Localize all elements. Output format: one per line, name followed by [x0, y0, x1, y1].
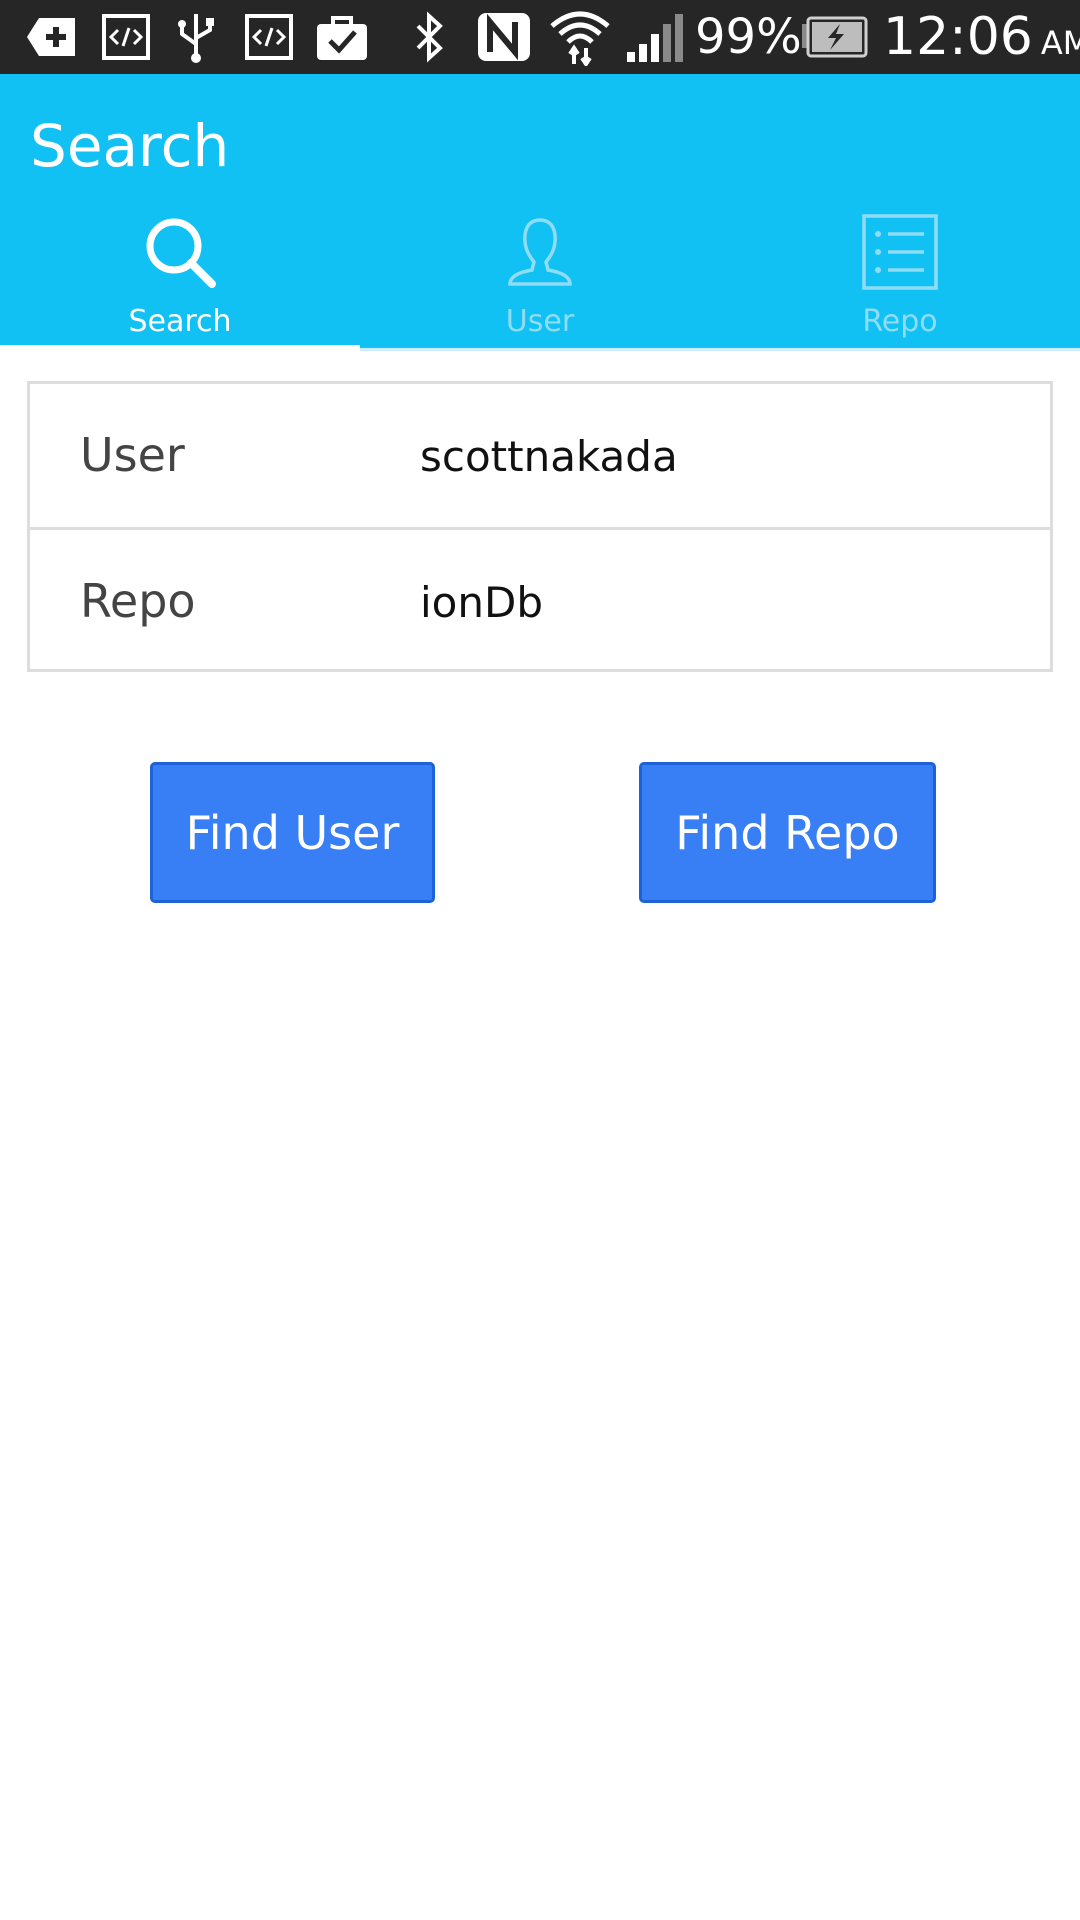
usb-icon — [178, 14, 214, 63]
repo-label: Repo — [80, 574, 196, 628]
tab-active-indicator — [0, 345, 360, 351]
tab-bar: Search User Repo — [0, 204, 1080, 351]
tab-repo-label: Repo — [862, 304, 938, 339]
tab-repo[interactable]: Repo — [720, 204, 1080, 351]
find-repo-button[interactable]: Find Repo — [639, 762, 936, 903]
briefcase-check-icon — [317, 16, 367, 60]
code-icon — [102, 14, 150, 60]
add-icon — [27, 18, 75, 56]
code-icon — [245, 14, 293, 60]
nfc-icon — [478, 13, 530, 61]
app-header: Search Search User Repo — [0, 74, 1080, 351]
user-icon — [508, 218, 572, 286]
find-user-button[interactable]: Find User — [150, 762, 435, 903]
tab-search[interactable]: Search — [0, 204, 360, 351]
tab-divider — [360, 348, 1080, 351]
tab-search-label: Search — [128, 304, 232, 339]
user-input[interactable] — [420, 414, 1020, 498]
status-bar: 99% 12:06 AM — [0, 0, 1080, 74]
clock-time: 12:06 — [883, 7, 1033, 67]
clock-am-pm: AM — [1040, 24, 1080, 62]
search-form: User Repo — [27, 381, 1053, 672]
repo-row: Repo — [30, 527, 1050, 670]
list-icon — [862, 214, 938, 290]
clock: 12:06 AM — [883, 6, 1080, 68]
page-title: Search — [30, 112, 230, 180]
wifi-icon — [550, 11, 610, 66]
bluetooth-icon — [416, 11, 443, 63]
repo-input[interactable] — [420, 560, 1020, 644]
tab-user-label: User — [505, 304, 575, 339]
tab-user[interactable]: User — [360, 204, 720, 351]
battery-charging-icon — [802, 16, 868, 58]
user-label: User — [80, 428, 185, 482]
battery-percent: 99% — [695, 9, 802, 65]
search-icon — [146, 218, 216, 288]
signal-icon — [627, 14, 683, 62]
user-row: User — [30, 384, 1050, 527]
